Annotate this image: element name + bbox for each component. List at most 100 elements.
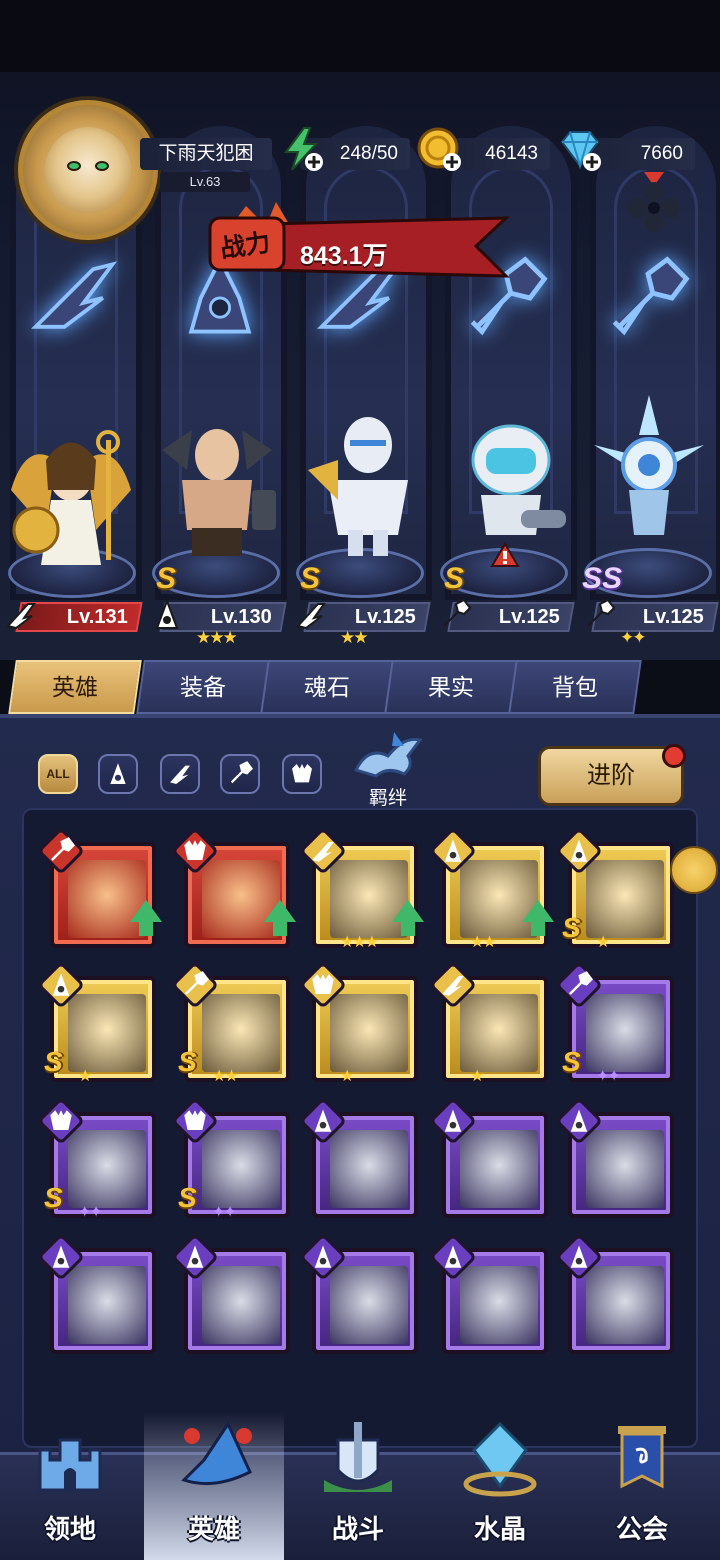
- avatar-eye: [95, 161, 109, 171]
- hero-stars: ★: [596, 934, 610, 951]
- upgrade-arrow-stem: [273, 922, 287, 936]
- lineup-hero-1[interactable]: [6, 420, 136, 570]
- nav-wizard-hat[interactable]: 英雄: [144, 1412, 284, 1560]
- avatar-eye: [67, 161, 81, 171]
- beast-class-icon: [292, 764, 312, 783]
- lineup-rank-2: S: [156, 562, 177, 595]
- combat-power-value: 843.1万: [300, 242, 388, 270]
- player-avatar[interactable]: [18, 100, 158, 240]
- bond-label: 羁绊: [368, 788, 407, 809]
- hero-portrait: [460, 860, 538, 938]
- hero-rank: S: [562, 1046, 581, 1077]
- nav-guild-banner[interactable]: 公会: [572, 1412, 712, 1560]
- hero-portrait: [330, 1266, 408, 1344]
- hero-rank: S: [178, 1046, 197, 1077]
- filter-wrench-button[interactable]: [220, 754, 260, 794]
- lineup-rank-3: S: [300, 562, 321, 595]
- hero-portrait: [330, 1130, 408, 1208]
- hero-portrait: [460, 1266, 538, 1344]
- hero-portrait: [586, 1130, 664, 1208]
- hero-portrait: [68, 994, 146, 1072]
- lineup-stars-2: ★★★: [196, 628, 238, 647]
- nav-label: 公会: [615, 1514, 668, 1544]
- lineup-rank-4: S: [444, 562, 465, 595]
- wrench-crest-icon: [612, 256, 690, 336]
- crystal-icon: [463, 1421, 537, 1497]
- lineup-stars-3: ★★: [340, 628, 369, 647]
- nav-castle[interactable]: 领地: [0, 1412, 140, 1560]
- hero-stars: ★★: [470, 934, 497, 951]
- hero-portrait: [586, 860, 664, 938]
- filter-support-button[interactable]: [98, 754, 138, 794]
- hero-stars: ✦✦: [596, 1068, 621, 1085]
- hero-portrait: [586, 1266, 664, 1344]
- sword-shield-icon: [324, 1422, 392, 1492]
- support-class-icon: [110, 763, 126, 784]
- bond-button[interactable]: 羁绊: [340, 726, 436, 810]
- tab-soulstone[interactable]: 魂石: [260, 660, 394, 714]
- player-level: Lv.63: [160, 172, 250, 192]
- hero-stars: ★★: [212, 1068, 239, 1085]
- hero-portrait: [68, 1130, 146, 1208]
- emoji-float-icon[interactable]: [670, 846, 718, 894]
- lineup-hero-2[interactable]: [152, 410, 282, 560]
- upgrade-arrow-icon: [522, 900, 554, 922]
- stamina-lightning-icon[interactable]: [278, 126, 326, 174]
- hero-portrait: [330, 994, 408, 1072]
- lineup-hero-3[interactable]: [298, 410, 428, 560]
- avatar-portrait: [45, 127, 131, 213]
- hero-stars: ★: [340, 1068, 354, 1085]
- nav-label: 领地: [43, 1514, 96, 1544]
- warning-icon: [490, 542, 520, 567]
- upgrade-arrow-icon: [130, 900, 162, 922]
- hero-stars: ★: [78, 1068, 92, 1085]
- filter-all-button[interactable]: ALL: [38, 754, 78, 794]
- hero-portrait: [202, 994, 280, 1072]
- hero-portrait: [202, 860, 280, 938]
- tab-equipment[interactable]: 装备: [136, 660, 270, 714]
- lineup-hero-4[interactable]: [446, 410, 576, 560]
- status-bar-area: [0, 0, 720, 72]
- guild-banner-icon: [618, 1426, 666, 1489]
- hero-rank: S: [178, 1182, 197, 1213]
- lineup-hero-5[interactable]: [584, 395, 714, 545]
- filter-wing-button[interactable]: [160, 754, 200, 794]
- hero-rank: S: [562, 912, 581, 943]
- settings-menu-icon[interactable]: [616, 166, 692, 242]
- tab-fruit[interactable]: 果实: [384, 660, 518, 714]
- wizard-hat-icon: [181, 1420, 252, 1486]
- wrench-class-icon: [443, 598, 472, 627]
- diamond-icon[interactable]: [556, 126, 604, 174]
- upgrade-arrow-stem: [139, 922, 153, 936]
- gold-coin-icon[interactable]: [416, 126, 464, 174]
- hero-rank: S: [44, 1182, 63, 1213]
- tab-backpack[interactable]: 背包: [508, 660, 642, 714]
- nav-label: 水晶: [473, 1514, 526, 1544]
- upgrade-arrow-icon: [264, 900, 296, 922]
- hero-portrait: [202, 1266, 280, 1344]
- hero-portrait: [330, 860, 408, 938]
- support-class-icon: [155, 598, 179, 629]
- upgrade-arrow-stem: [531, 922, 545, 936]
- bond-icon: [353, 732, 423, 778]
- hero-portrait: [460, 1130, 538, 1208]
- wrench-class-icon: [230, 761, 253, 784]
- hero-stars: ✦✦: [78, 1204, 103, 1221]
- tab-heroes[interactable]: 英雄: [8, 660, 142, 714]
- hero-rank: S: [44, 1046, 63, 1077]
- hero-portrait: [68, 1266, 146, 1344]
- wing-crest-icon: [30, 261, 118, 329]
- castle-icon: [38, 1438, 102, 1492]
- filter-beast-button[interactable]: [282, 754, 322, 794]
- lineup-stars-5: ✦✦: [620, 628, 646, 647]
- hero-portrait: [460, 994, 538, 1072]
- nav-sword-shield[interactable]: 战斗: [288, 1412, 428, 1560]
- hero-portrait: [202, 1130, 280, 1208]
- upgrade-arrow-icon: [392, 900, 424, 922]
- wrench-class-icon: [587, 598, 616, 627]
- nav-crystal[interactable]: 水晶: [430, 1412, 570, 1560]
- hero-stars: ★: [470, 1068, 484, 1085]
- wing-class-icon: [6, 603, 36, 630]
- wing-class-icon: [170, 765, 190, 784]
- lineup-rank-5: SS: [582, 562, 623, 595]
